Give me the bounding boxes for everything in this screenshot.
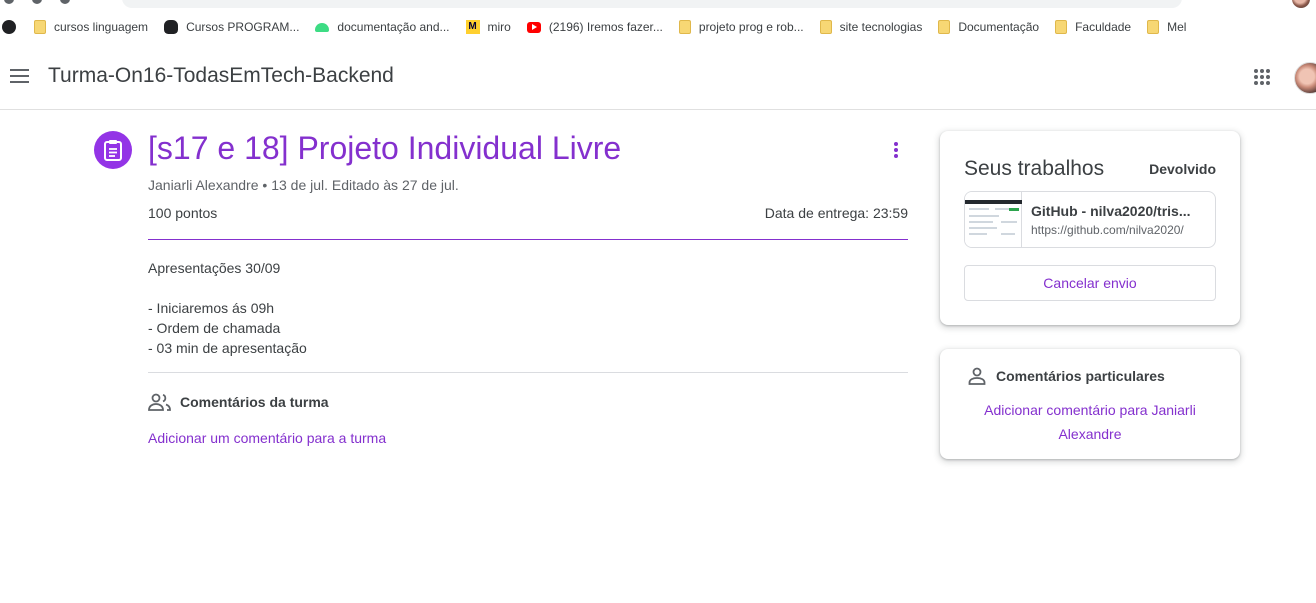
bookmark-item[interactable]: Faculdade [1055,10,1147,44]
description-line: Apresentações 30/09 [148,260,281,276]
your-work-card: Seus trabalhos Devolvido GitHub - nilva2… [940,131,1240,325]
page-title: [s17 e 18] Projeto Individual Livre [148,130,622,166]
folder-icon [34,20,46,34]
divider [148,239,908,240]
bookmark-label: documentação and... [337,20,450,34]
folder-icon [1055,20,1068,34]
private-comments-card: Comentários particulares Adicionar comen… [940,349,1240,459]
bookmark-item[interactable]: site tecnologias [819,10,939,44]
due-date: Data de entrega: 23:59 [764,205,908,221]
bookmark-label: cursos linguagem [54,20,149,34]
forward-icon[interactable] [32,0,42,4]
private-comments-label: Comentários particulares [996,368,1165,384]
assignment-icon [94,131,132,169]
bookmark-label: (2196) Iremos fazer... [548,20,663,34]
attachment-thumbnail [965,192,1022,247]
private-comments-header: Comentários particulares [968,367,1165,385]
bookmark-item[interactable]: projeto prog e rob... [678,10,820,44]
bookmark-label: Cursos PROGRAM... [186,20,300,34]
folder-icon [1147,20,1160,34]
more-options-icon[interactable] [886,140,906,164]
class-title[interactable]: Turma-On16-TodasEmTech-Backend [48,64,394,88]
bookmark-item[interactable]: Mel [1147,10,1194,44]
divider [148,372,908,373]
folder-icon [678,20,691,34]
bookmark-item[interactable]: Cursos PROGRAM... [164,10,315,44]
bookmark-item[interactable]: cursos linguagem [34,10,164,44]
reload-icon[interactable] [60,0,70,4]
attachment-card[interactable]: GitHub - nilva2020/tris... https://githu… [964,191,1216,248]
youtube-icon [526,21,541,33]
bookmark-label: Documentação [958,20,1040,34]
add-class-comment-link[interactable]: Adicionar um comentário para a turma [148,430,386,446]
bookmark-item[interactable]: Documentação [938,10,1055,44]
browser-chrome [0,0,1316,10]
bookmark-apps[interactable] [0,10,34,44]
bookmark-item[interactable]: M miro [465,10,527,44]
people-icon [148,393,171,411]
attachment-url: https://github.com/nilva2020/ [1031,223,1184,237]
browser-profile-avatar[interactable] [1292,0,1310,8]
bookmark-label: site tecnologias [839,20,923,34]
status-badge: Devolvido [1149,161,1216,177]
android-icon [315,22,330,32]
avatar[interactable] [1294,62,1316,94]
bookmark-label: projeto prog e rob... [698,20,804,34]
bookmark-label: Faculdade [1075,20,1132,34]
miro-icon: M [465,20,480,34]
assignment-description: Apresentações 30/09 - Iniciaremos ás 09h… [148,258,307,358]
description-line: - Ordem de chamada [148,320,281,336]
description-line: - 03 min de apresentação [148,340,307,356]
google-apps-icon[interactable] [1254,69,1270,85]
address-bar[interactable] [122,0,1182,8]
cancel-submission-button[interactable]: Cancelar envio [964,265,1216,301]
description-line: - Iniciaremos ás 09h [148,300,275,316]
attachment-title: GitHub - nilva2020/tris... [1031,203,1191,219]
bookmark-label: Mel [1167,20,1187,34]
class-comments-label: Comentários da turma [180,394,329,410]
app-header: Turma-On16-TodasEmTech-Backend [0,44,1316,110]
globe-icon [2,20,16,34]
nav-buttons[interactable] [4,0,70,6]
description-line [148,278,307,298]
points-label: 100 pontos [148,205,218,221]
folder-icon [819,20,832,34]
cat-icon [164,20,179,34]
your-work-title: Seus trabalhos [964,157,1105,180]
menu-icon[interactable] [10,69,29,83]
bookmark-item[interactable]: documentação and... [315,10,465,44]
assignment-meta: Janiarli Alexandre • 13 de jul. Editado … [148,177,459,193]
add-private-comment-link[interactable]: Adicionar comentário para Janiarli Alexa… [964,398,1216,446]
bookmark-label: miro [487,20,511,34]
class-comments-header: Comentários da turma [148,392,329,412]
bookmark-item[interactable]: (2196) Iremos fazer... [526,10,679,44]
back-icon[interactable] [4,0,14,4]
person-icon [968,367,986,385]
bookmarks-bar: cursos linguagem Cursos PROGRAM... docum… [0,10,1316,44]
folder-icon [938,20,951,34]
